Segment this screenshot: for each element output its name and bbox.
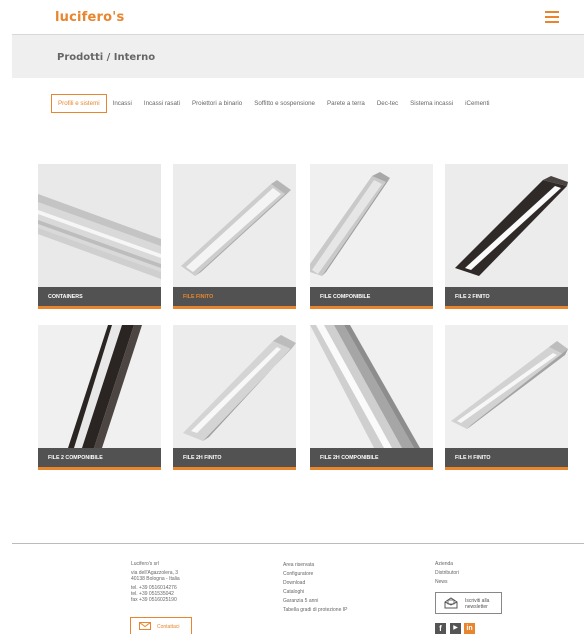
footer-links-col-3: Azienda Distributori News [435,560,459,587]
logo[interactable]: lucifero's [55,10,124,25]
footer-link-distributori[interactable]: Distributori [435,569,459,578]
product-card-file-h-finito[interactable]: FILE H FINITO [445,325,568,470]
product-accent-bar [38,306,161,309]
product-image [38,164,161,287]
footer-divider [12,543,584,544]
envelope-icon [139,622,151,630]
tab-sistema-incassi[interactable]: Sistema incassi [404,94,459,113]
footer-links-col-2: Area riservata Configuratore Download Ca… [283,561,348,615]
tab-soffitto-e-sospensione[interactable]: Soffitto e sospensione [248,94,321,113]
product-accent-bar [445,467,568,470]
top-bar: lucifero's [0,0,584,34]
product-image [310,164,433,287]
product-label: FILE COMPONIBILE [310,287,433,307]
tab-profili-e-sistemi[interactable]: Profili e sistemi [51,94,107,113]
product-card-file-finito[interactable]: FILE FINITO [173,164,296,309]
footer-company-info: Lucifero's srl via dell'Agazzolera, 3 40… [131,561,180,603]
product-accent-bar [173,306,296,309]
product-label: FILE 2H FINITO [173,448,296,468]
footer-link-download[interactable]: Download [283,579,348,588]
newsletter-label: Iscriviti alla newsletter [465,598,490,610]
tab-dec-tec[interactable]: Dec-tec [371,94,404,113]
tab-incassi-rasati[interactable]: Incassi rasati [138,94,186,113]
footer-link-azienda[interactable]: Azienda [435,560,459,569]
breadcrumb-bar: Prodotti / Interno [12,34,584,78]
product-card-file-2-finito[interactable]: FILE 2 FINITO [445,164,568,309]
footer-link-garanzia[interactable]: Garanzia 5 anni [283,597,348,606]
footer-link-area-riservata[interactable]: Area riservata [283,561,348,570]
hamburger-menu-icon[interactable] [545,11,559,23]
product-card-containers[interactable]: CONTAINERS [38,164,161,309]
category-tabs: Profili e sistemi Incassi Incassi rasati… [51,94,496,113]
newsletter-button[interactable]: Iscriviti alla newsletter [435,592,502,614]
product-card-file-2h-componibile[interactable]: FILE 2H COMPONIBILE [310,325,433,470]
fax: fax +39 0516025190 [131,597,177,603]
product-label: CONTAINERS [38,287,161,307]
product-label: FILE 2 FINITO [445,287,568,307]
product-accent-bar [38,467,161,470]
product-image [173,164,296,287]
product-accent-bar [445,306,568,309]
tab-incassi[interactable]: Incassi [107,94,138,113]
product-label: FILE FINITO [173,287,296,307]
contact-button[interactable]: Contattaci [130,617,192,634]
product-card-file-2-componibile[interactable]: FILE 2 COMPONIBILE [38,325,161,470]
product-image [445,164,568,287]
product-accent-bar [310,467,433,470]
address-line-2: 40138 Bologna - Italia [131,576,180,582]
tab-proiettori-a-binario[interactable]: Proiettori a binario [186,94,248,113]
newsletter-envelope-icon [444,597,458,609]
product-accent-bar [310,306,433,309]
linkedin-icon[interactable]: in [464,623,475,634]
youtube-icon[interactable]: ▶ [450,623,461,634]
product-image [173,325,296,448]
contact-button-label: Contattaci [157,624,180,630]
tab-parete-a-terra[interactable]: Parete a terra [321,94,371,113]
footer-link-tabella-ip[interactable]: Tabella gradi di protezione IP [283,606,348,615]
product-label: FILE H FINITO [445,448,568,468]
footer-link-configuratore[interactable]: Configuratore [283,570,348,579]
facebook-icon[interactable]: f [435,623,446,634]
product-image [445,325,568,448]
product-image [310,325,433,448]
footer-link-news[interactable]: News [435,578,459,587]
tab-icementi[interactable]: iCementi [459,94,495,113]
product-accent-bar [173,467,296,470]
product-image [38,325,161,448]
breadcrumb: Prodotti / Interno [57,52,156,63]
product-label: FILE 2H COMPONIBILE [310,448,433,468]
product-label: FILE 2 COMPONIBILE [38,448,161,468]
product-card-file-componibile[interactable]: FILE COMPONIBILE [310,164,433,309]
product-card-file-2h-finito[interactable]: FILE 2H FINITO [173,325,296,470]
footer-link-cataloghi[interactable]: Cataloghi [283,588,348,597]
